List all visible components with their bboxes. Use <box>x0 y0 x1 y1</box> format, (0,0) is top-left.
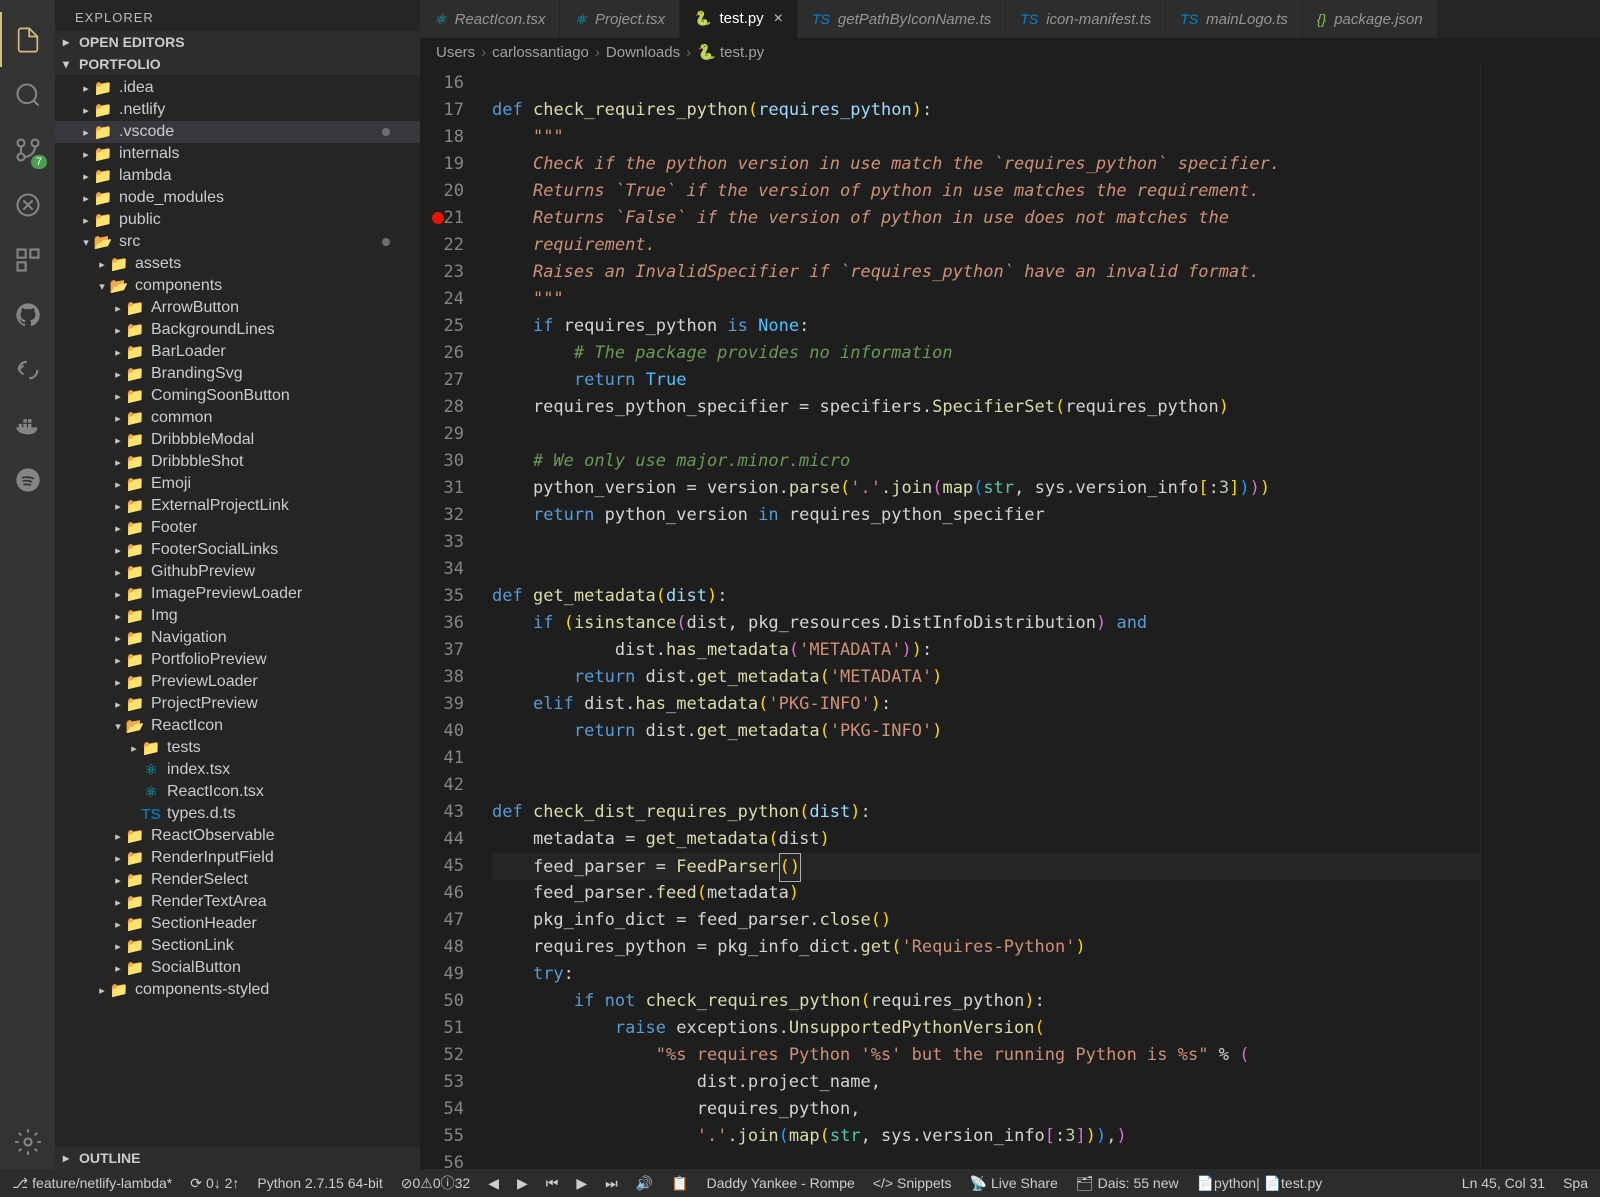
tree-item-tests[interactable]: ▸📁tests <box>55 737 420 759</box>
tree-item-footer[interactable]: ▸📁Footer <box>55 517 420 539</box>
docker-icon[interactable] <box>0 397 55 452</box>
tree-item-reacticon[interactable]: ▾📂ReactIcon <box>55 715 420 737</box>
now-playing[interactable]: Daddy Yankee - Rompe <box>707 1175 855 1191</box>
tree-item-internals[interactable]: ▸📁internals <box>55 143 420 165</box>
activity-bar: 7 <box>0 0 55 1169</box>
extensions-icon[interactable] <box>0 232 55 287</box>
statusbar: ⎇ feature/netlify-lambda* ⟳ 0↓ 2↑ Python… <box>0 1169 1600 1197</box>
spotify-prev[interactable]: ⏮ <box>546 1175 559 1192</box>
open-editors-section[interactable]: ▸OPEN EDITORS <box>55 31 420 53</box>
tree-item-backgroundlines[interactable]: ▸📁BackgroundLines <box>55 319 420 341</box>
github-icon[interactable] <box>0 287 55 342</box>
source-control-icon[interactable]: 7 <box>0 122 55 177</box>
problems-status[interactable]: ⊘ 0 ⚠ 0 ⓘ 32 <box>401 1173 470 1193</box>
scm-badge: 7 <box>31 155 47 169</box>
explorer-icon[interactable] <box>0 12 55 67</box>
dais-status[interactable]: 🗂 Dais: 55 new <box>1076 1175 1179 1192</box>
tree-item-githubpreview[interactable]: ▸📁GithubPreview <box>55 561 420 583</box>
tab-project-tsx[interactable]: ⚛Project.tsx <box>560 0 680 38</box>
tree-item-index-tsx[interactable]: ⚛index.tsx <box>55 759 420 781</box>
sidebar-title: EXPLORER <box>55 0 420 31</box>
tree-item-assets[interactable]: ▸📁assets <box>55 253 420 275</box>
tree-item-lambda[interactable]: ▸📁lambda <box>55 165 420 187</box>
share-icon[interactable] <box>0 342 55 397</box>
nav-fwd[interactable]: ▶ <box>517 1175 528 1192</box>
nav-back[interactable]: ◀ <box>488 1175 499 1192</box>
editor-area: ⚛ReactIcon.tsx⚛Project.tsx🐍test.py×TSget… <box>420 0 1600 1169</box>
close-icon[interactable]: × <box>774 10 783 28</box>
tree-item-imagepreviewloader[interactable]: ▸📁ImagePreviewLoader <box>55 583 420 605</box>
tree-item-renderinputfield[interactable]: ▸📁RenderInputField <box>55 847 420 869</box>
tree-item--vscode[interactable]: ▸📁.vscode <box>55 121 420 143</box>
sync-status[interactable]: ⟳ 0↓ 2↑ <box>190 1175 239 1192</box>
cursor-position[interactable]: Ln 45, Col 31 <box>1462 1175 1545 1191</box>
spotify-next[interactable]: ⏭ <box>605 1175 618 1192</box>
tree-item--idea[interactable]: ▸📁.idea <box>55 77 420 99</box>
tree-item-barloader[interactable]: ▸📁BarLoader <box>55 341 420 363</box>
tree-item-previewloader[interactable]: ▸📁PreviewLoader <box>55 671 420 693</box>
tab-getpathbyiconname-ts[interactable]: TSgetPathByIconName.ts <box>798 0 1006 38</box>
tab-reacticon-tsx[interactable]: ⚛ReactIcon.tsx <box>420 0 560 38</box>
tree-item-rendertextarea[interactable]: ▸📁RenderTextArea <box>55 891 420 913</box>
volume-icon[interactable]: 🔊 <box>636 1175 653 1192</box>
tree-item-public[interactable]: ▸📁public <box>55 209 420 231</box>
code-editor[interactable]: def check_requires_python(requires_pytho… <box>492 66 1480 1169</box>
spotify-play[interactable]: ▶ <box>576 1175 587 1192</box>
breadcrumb[interactable]: Users›carlossantiago›Downloads›🐍 test.py <box>420 38 1600 66</box>
tree-item-common[interactable]: ▸📁common <box>55 407 420 429</box>
tree-item-sectionheader[interactable]: ▸📁SectionHeader <box>55 913 420 935</box>
tree-item-footersociallinks[interactable]: ▸📁FooterSocialLinks <box>55 539 420 561</box>
tree-item-components[interactable]: ▾📂components <box>55 275 420 297</box>
tree-item--netlify[interactable]: ▸📁.netlify <box>55 99 420 121</box>
tree-item-dribbbleshot[interactable]: ▸📁DribbbleShot <box>55 451 420 473</box>
line-gutter: 1617181920212223242526272829303132333435… <box>420 66 492 1169</box>
breadcrumb-item[interactable]: 🐍 test.py <box>697 43 764 61</box>
tree-item-emoji[interactable]: ▸📁Emoji <box>55 473 420 495</box>
spotify-icon[interactable] <box>0 452 55 507</box>
tree-item-portfoliopreview[interactable]: ▸📁PortfolioPreview <box>55 649 420 671</box>
outline-section[interactable]: ▸OUTLINE <box>55 1147 420 1169</box>
spaces-status[interactable]: Spa <box>1563 1175 1588 1191</box>
tree-item-img[interactable]: ▸📁Img <box>55 605 420 627</box>
tab-package-json[interactable]: {}package.json <box>1303 0 1438 38</box>
breadcrumb-item[interactable]: Users <box>436 44 475 61</box>
tree-item-externalprojectlink[interactable]: ▸📁ExternalProjectLink <box>55 495 420 517</box>
python-version[interactable]: Python 2.7.15 64-bit <box>257 1175 382 1191</box>
tree-item-navigation[interactable]: ▸📁Navigation <box>55 627 420 649</box>
live-share[interactable]: 📡 Live Share <box>970 1175 1058 1192</box>
search-icon[interactable] <box>0 67 55 122</box>
tree-item-reacticon-tsx[interactable]: ⚛ReactIcon.tsx <box>55 781 420 803</box>
tree-item-comingsoonbutton[interactable]: ▸📁ComingSoonButton <box>55 385 420 407</box>
tree-item-renderselect[interactable]: ▸📁RenderSelect <box>55 869 420 891</box>
tab-test-py[interactable]: 🐍test.py× <box>680 0 798 38</box>
tree-item-arrowbutton[interactable]: ▸📁ArrowButton <box>55 297 420 319</box>
tabs-row: ⚛ReactIcon.tsx⚛Project.tsx🐍test.py×TSget… <box>420 0 1600 38</box>
tree-item-types-d-ts[interactable]: TStypes.d.ts <box>55 803 420 825</box>
breakpoint-icon[interactable] <box>432 212 444 224</box>
settings-gear-icon[interactable] <box>0 1114 55 1169</box>
tree-item-sectionlink[interactable]: ▸📁SectionLink <box>55 935 420 957</box>
snippets[interactable]: </> Snippets <box>873 1175 952 1191</box>
breadcrumb-item[interactable]: carlossantiago <box>492 44 589 61</box>
sidebar: EXPLORER ▸OPEN EDITORS ▾PORTFOLIO ▸📁.ide… <box>55 0 420 1169</box>
lyrics-icon[interactable]: 📋 <box>671 1175 688 1192</box>
tree-item-brandingsvg[interactable]: ▸📁BrandingSvg <box>55 363 420 385</box>
tree-item-components-styled[interactable]: ▸📁components-styled <box>55 979 420 1001</box>
file-tree: ▸📁.idea▸📁.netlify▸📁.vscode▸📁internals▸📁l… <box>55 75 420 1147</box>
project-section[interactable]: ▾PORTFOLIO <box>55 53 420 75</box>
minimap[interactable] <box>1480 66 1600 1169</box>
tree-item-src[interactable]: ▾📂src <box>55 231 420 253</box>
tree-item-reactobservable[interactable]: ▸📁ReactObservable <box>55 825 420 847</box>
lang-status[interactable]: 📄 python | 📄 test.py <box>1197 1175 1323 1192</box>
tree-item-node_modules[interactable]: ▸📁node_modules <box>55 187 420 209</box>
breadcrumb-item[interactable]: Downloads <box>606 44 680 61</box>
tree-item-projectpreview[interactable]: ▸📁ProjectPreview <box>55 693 420 715</box>
tab-icon-manifest-ts[interactable]: TSicon-manifest.ts <box>1006 0 1166 38</box>
tree-item-socialbutton[interactable]: ▸📁SocialButton <box>55 957 420 979</box>
tab-mainlogo-ts[interactable]: TSmainLogo.ts <box>1166 0 1303 38</box>
branch-status[interactable]: ⎇ feature/netlify-lambda* <box>12 1175 172 1192</box>
debug-icon[interactable] <box>0 177 55 232</box>
tree-item-dribbblemodal[interactable]: ▸📁DribbbleModal <box>55 429 420 451</box>
